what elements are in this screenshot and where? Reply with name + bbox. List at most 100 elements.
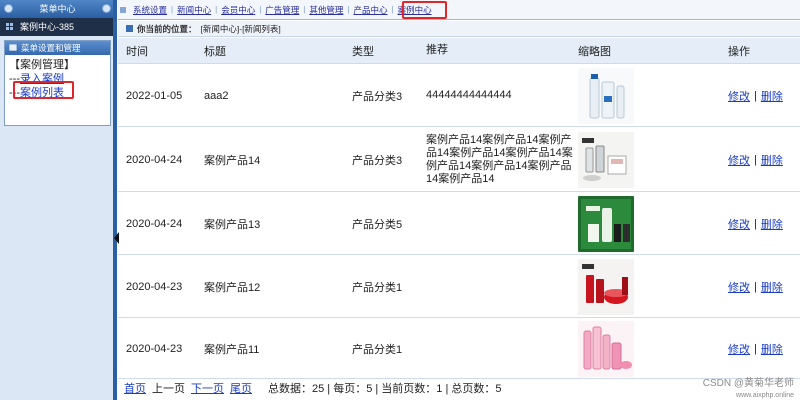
location-path: [新闻中心]-[新闻列表] bbox=[200, 23, 281, 34]
header-type: 类型 bbox=[352, 45, 374, 58]
first-page-link[interactable]: 首页 bbox=[124, 380, 146, 396]
product-thumbnail-image bbox=[578, 195, 634, 252]
top-nav: 系统设置 | 新闻中心 | 会员中心 | 广告管理 | 其他管理 | 产品中心 | 案例中心 bbox=[118, 0, 800, 20]
location-icon bbox=[126, 25, 133, 32]
nav-item-system-settings[interactable]: 系统设置 bbox=[129, 4, 171, 16]
edit-link[interactable]: 修改 bbox=[728, 152, 750, 168]
row-thumbnail bbox=[578, 319, 726, 378]
delete-link[interactable]: 删除 bbox=[761, 216, 783, 232]
action-separator: | bbox=[754, 89, 757, 102]
sidebar: 菜单中心 案例中心-385 菜单设置和管理 【案例管理】 ---录入案例 ---… bbox=[0, 0, 116, 400]
product-thumbnail-image bbox=[578, 131, 634, 188]
pin-icon bbox=[4, 4, 13, 13]
row-thumbnail bbox=[578, 193, 726, 254]
sidebar-item-prefix: --- bbox=[9, 73, 20, 85]
row-time: 2022-01-05 bbox=[126, 89, 183, 102]
table-row: 2020-04-24 案例产品13 产品分类5 修改 | 删除 bbox=[118, 193, 800, 255]
watermark-text: CSDN @黄菊华老师 bbox=[702, 378, 794, 389]
header-recommend: 推荐 bbox=[426, 44, 448, 56]
delete-link[interactable]: 删除 bbox=[761, 152, 783, 168]
table-row: 2022-01-05 aaa2 产品分类3 44444444444444 修改 … bbox=[118, 65, 800, 127]
row-recommend bbox=[426, 319, 576, 378]
action-separator: | bbox=[754, 342, 757, 355]
product-thumbnail-image bbox=[578, 258, 634, 315]
product-thumbnail-image bbox=[578, 320, 634, 377]
table-row: 2020-04-23 案例产品12 产品分类1 修改 | 删除 bbox=[118, 256, 800, 318]
header-thumbnail: 缩略图 bbox=[578, 45, 611, 58]
action-separator: | bbox=[754, 153, 757, 166]
sidebar-menu-header: 菜单中心 bbox=[0, 0, 115, 18]
header-time: 时间 bbox=[126, 45, 148, 58]
product-thumbnail-image bbox=[578, 67, 634, 124]
table-row: 2020-04-24 案例产品14 产品分类3 案例产品14案例产品14案例产品… bbox=[118, 128, 800, 192]
nav-item-member-center[interactable]: 会员中心 bbox=[217, 4, 259, 16]
row-title: aaa2 bbox=[204, 89, 229, 102]
row-actions: 修改 | 删除 bbox=[728, 319, 800, 378]
last-page-link[interactable]: 尾页 bbox=[230, 380, 252, 396]
action-separator: | bbox=[754, 217, 757, 230]
nav-item-other-management[interactable]: 其他管理 bbox=[305, 4, 347, 16]
row-time: 2020-04-23 bbox=[126, 280, 183, 293]
row-recommend: 案例产品14案例产品14案例产品14案例产品14案例产品14案例产品14案例产品… bbox=[426, 133, 573, 185]
delete-link[interactable]: 删除 bbox=[761, 341, 783, 357]
sidebar-item-label[interactable]: 录入案例 bbox=[20, 73, 64, 85]
action-separator: | bbox=[754, 280, 757, 293]
pagination: 首页 上一页 下一页 尾页 总数据：25 | 每页：5 | 当前页数：1 | 总… bbox=[124, 380, 502, 396]
menu-icon bbox=[9, 44, 18, 52]
row-type: 产品分类3 bbox=[352, 154, 403, 167]
row-actions: 修改 | 删除 bbox=[728, 256, 800, 317]
sidebar-splitter[interactable] bbox=[113, 0, 117, 400]
row-recommend bbox=[426, 256, 576, 317]
row-thumbnail bbox=[578, 128, 726, 191]
prev-page-label: 上一页 bbox=[152, 383, 185, 395]
delete-link[interactable]: 删除 bbox=[761, 88, 783, 104]
nav-item-case-center[interactable]: 案例中心 bbox=[394, 4, 436, 16]
row-type: 产品分类5 bbox=[352, 218, 403, 231]
location-bar: 你当前的位置： [新闻中心]-[新闻列表] bbox=[118, 21, 800, 37]
edit-link[interactable]: 修改 bbox=[728, 341, 750, 357]
row-thumbnail bbox=[578, 256, 726, 317]
pagination-stats: 总数据：25 | 每页：5 | 当前页数：1 | 总页数：5 bbox=[268, 383, 502, 395]
delete-link[interactable]: 删除 bbox=[761, 279, 783, 295]
nav-item-ad-management[interactable]: 广告管理 bbox=[261, 4, 303, 16]
row-time: 2020-04-24 bbox=[126, 217, 183, 230]
edit-link[interactable]: 修改 bbox=[728, 88, 750, 104]
row-type: 产品分类1 bbox=[352, 343, 403, 356]
nav-item-product-center[interactable]: 产品中心 bbox=[349, 4, 391, 16]
row-type: 产品分类3 bbox=[352, 90, 403, 103]
sidebar-item-add-case[interactable]: ---录入案例 bbox=[9, 72, 106, 86]
sidebar-box-header: 菜单设置和管理 bbox=[5, 41, 110, 55]
row-actions: 修改 | 删除 bbox=[728, 128, 800, 191]
sidebar-item-case-list[interactable]: ---案例列表 bbox=[9, 86, 106, 100]
row-time: 2020-04-23 bbox=[126, 342, 183, 355]
header-actions: 操作 bbox=[728, 45, 750, 58]
row-actions: 修改 | 删除 bbox=[728, 193, 800, 254]
location-label: 你当前的位置： bbox=[137, 23, 197, 34]
sidebar-section-title: 案例中心-385 bbox=[20, 22, 75, 32]
row-title: 案例产品13 bbox=[204, 218, 261, 231]
sidebar-group-label: 【案例管理】 bbox=[9, 59, 75, 71]
row-recommend bbox=[426, 193, 576, 254]
nav-icon bbox=[120, 6, 126, 13]
nav-item-news-center[interactable]: 新闻中心 bbox=[173, 4, 215, 16]
row-time: 2020-04-24 bbox=[126, 153, 183, 166]
row-actions: 修改 | 删除 bbox=[728, 65, 800, 126]
pin-icon bbox=[102, 4, 111, 13]
watermark-url: www.aixphp.online bbox=[736, 392, 794, 399]
edit-link[interactable]: 修改 bbox=[728, 216, 750, 232]
row-title: 案例产品11 bbox=[204, 343, 260, 356]
header-title: 标题 bbox=[204, 45, 226, 58]
sidebar-item-label[interactable]: 案例列表 bbox=[20, 87, 64, 99]
row-title: 案例产品12 bbox=[204, 281, 261, 294]
sidebar-box-title: 菜单设置和管理 bbox=[21, 43, 81, 53]
row-thumbnail bbox=[578, 65, 726, 126]
row-title: 案例产品14 bbox=[204, 154, 261, 167]
row-type: 产品分类1 bbox=[352, 281, 403, 294]
edit-link[interactable]: 修改 bbox=[728, 279, 750, 295]
sidebar-menu-title: 菜单中心 bbox=[39, 4, 76, 14]
sidebar-section-header[interactable]: 案例中心-385 bbox=[0, 18, 115, 36]
table-row: 2020-04-23 案例产品11 产品分类1 修改 | 删除 bbox=[118, 319, 800, 379]
next-page-link[interactable]: 下一页 bbox=[191, 380, 224, 396]
watermark: CSDN @黄菊华老师 www.aixphp.online bbox=[703, 378, 794, 400]
row-recommend: 44444444444444 bbox=[426, 89, 512, 101]
